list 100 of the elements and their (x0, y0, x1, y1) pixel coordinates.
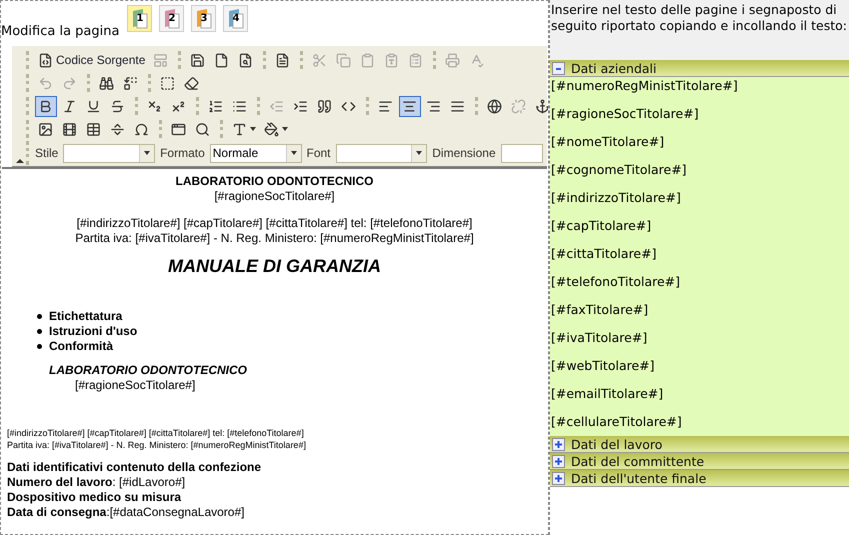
source-code-icon (38, 52, 53, 68)
placeholder-item[interactable]: [#nomeTitolare#] (551, 134, 849, 150)
preview-icon (238, 52, 254, 68)
caret-icon (282, 127, 288, 131)
justify-icon (450, 98, 465, 114)
background-color-icon (264, 122, 279, 136)
caret-icon (144, 151, 150, 155)
horizontal-rule-icon (110, 122, 125, 136)
dropdown-field[interactable] (336, 144, 428, 162)
document-heading: LABORATORIO ODONTOTECNICO (49, 363, 248, 378)
plus-icon (552, 454, 565, 468)
page-button[interactable]: 4 (223, 5, 248, 32)
source-code-button[interactable]: Codice Sorgente (35, 50, 148, 70)
align-center-button[interactable] (399, 96, 421, 116)
placeholder-item[interactable]: [#webTitolare#] (551, 358, 849, 374)
book-icon (131, 9, 150, 29)
spellcheck-icon (469, 52, 484, 68)
templates-icon (153, 52, 168, 68)
document-text: [#indirizzoTitolare#] [#capTitolare#] [#cittaTitolare#] tel: [#telefonoTitolare#] (76, 216, 474, 231)
document-text: [#ragioneSocTitolare#] (74, 378, 196, 393)
section-header[interactable]: Dati aziendali (550, 60, 849, 77)
caret-icon (290, 151, 296, 155)
save-icon (190, 52, 206, 68)
bullet-item: Istruzioni d'uso (49, 324, 138, 339)
indent-icon (293, 98, 308, 114)
superscript-icon (171, 98, 186, 114)
placeholder-item[interactable]: [#ivaTitolare#] (551, 330, 849, 346)
combo-label: Formato (160, 146, 205, 160)
placeholder-item[interactable]: [#telefonoTitolare#] (551, 274, 849, 290)
new-page-icon (214, 52, 230, 68)
paste-text-icon (384, 52, 400, 68)
underline-icon (86, 98, 101, 114)
document-text: Partita iva: [#ivaTitolare#] - N. Reg. Ministero: [#numeroRegMinistTitolare#] (7, 439, 307, 451)
page-button[interactable]: 3 (191, 5, 216, 32)
align-left-icon (378, 98, 393, 114)
placeholder-item[interactable]: [#ragioneSocTitolare#] (551, 106, 849, 122)
placeholder-item[interactable]: [#emailTitolare#] (551, 386, 849, 402)
placeholder-item[interactable]: [#capTitolare#] (551, 218, 849, 234)
undo-icon (38, 76, 53, 90)
document-text: Data di consegna:[#dataConsegnaLavoro#] (7, 505, 246, 520)
strikethrough-icon (110, 98, 125, 114)
page-button[interactable]: 2 (159, 5, 184, 32)
plus-icon (552, 438, 565, 450)
panel-title: Modifica la pagina (1, 24, 120, 39)
align-right-icon (426, 98, 441, 114)
image-icon (38, 122, 53, 136)
unlink-icon (511, 98, 526, 114)
document-text: [#ragioneSocTitolare#] (213, 189, 336, 204)
book-icon (227, 9, 246, 29)
print-icon (445, 52, 460, 68)
collapse-icon[interactable] (16, 159, 24, 163)
text-color-icon (232, 122, 247, 136)
placeholder-item[interactable]: [#numeroRegMinistTitolare#] (551, 78, 849, 94)
combo-label: Stile (35, 146, 58, 160)
placeholder-item[interactable]: [#cittaTitolare#] (551, 246, 849, 262)
paste-word-icon (408, 52, 424, 68)
bullet-icon (37, 329, 42, 334)
placeholder-item[interactable]: [#indirizzoTitolare#] (551, 190, 849, 206)
combo-label: Font (306, 146, 331, 160)
document-text: [#indirizzoTitolare#] [#capTitolare#] [#cittaTitolare#] tel: [#telefonoTitolare#] (7, 427, 305, 439)
document-heading: Dati identificativi contenuto della confezione (7, 460, 262, 475)
table-icon (86, 122, 101, 136)
section-header[interactable]: Dati dell'utente finale (550, 470, 849, 487)
document-heading: Dospositivo medico su misura (7, 490, 182, 505)
copy-icon (336, 52, 352, 68)
bullet-icon (37, 344, 42, 349)
anchor-icon (535, 98, 548, 114)
document-properties-icon (275, 52, 290, 68)
dropdown-field[interactable] (500, 144, 543, 162)
italic-icon (62, 98, 77, 114)
caret-icon (250, 127, 256, 131)
document-title: MANUALE DI GARANZIA (167, 256, 382, 277)
document-heading: LABORATORIO ODONTOTECNICO (174, 174, 374, 189)
subscript-icon (147, 98, 162, 114)
placeholder-item[interactable]: [#cognomeTitolare#] (551, 162, 849, 178)
bold-icon (38, 98, 53, 114)
blockquote-icon (317, 98, 332, 114)
dropdown-field[interactable]: Normale (210, 144, 302, 162)
select-all-icon (160, 76, 175, 90)
document-text: Partita iva: [#ivaTitolare#] - N. Reg. Ministero: [#numeroRegMinistTitolare#] (74, 231, 475, 246)
dropdown-field[interactable] (63, 144, 156, 162)
placeholder-item[interactable]: [#cellulareTitolare#] (551, 414, 849, 430)
minus-icon (552, 62, 565, 74)
section-header[interactable]: Dati del committente (550, 453, 849, 470)
plus-icon (552, 472, 565, 484)
bullet-item: Conformità (49, 339, 113, 354)
numbered-list-icon (208, 98, 223, 114)
document-text: Numero del lavoro: [#idLavoro#] (7, 475, 186, 490)
outdent-icon (269, 98, 284, 114)
eraser-icon (184, 76, 199, 90)
bullet-item: Etichettatura (49, 309, 122, 324)
section-header[interactable]: Dati del lavoro (550, 436, 849, 453)
page-button[interactable]: 1 (127, 5, 152, 32)
find-icon (99, 76, 114, 90)
bulleted-list-icon (232, 98, 247, 114)
bullet-icon (37, 314, 42, 319)
placeholder-item[interactable]: [#faxTitolare#] (551, 302, 849, 318)
book-icon (163, 9, 182, 29)
bold-button[interactable] (35, 96, 57, 116)
cut-icon (312, 52, 328, 68)
